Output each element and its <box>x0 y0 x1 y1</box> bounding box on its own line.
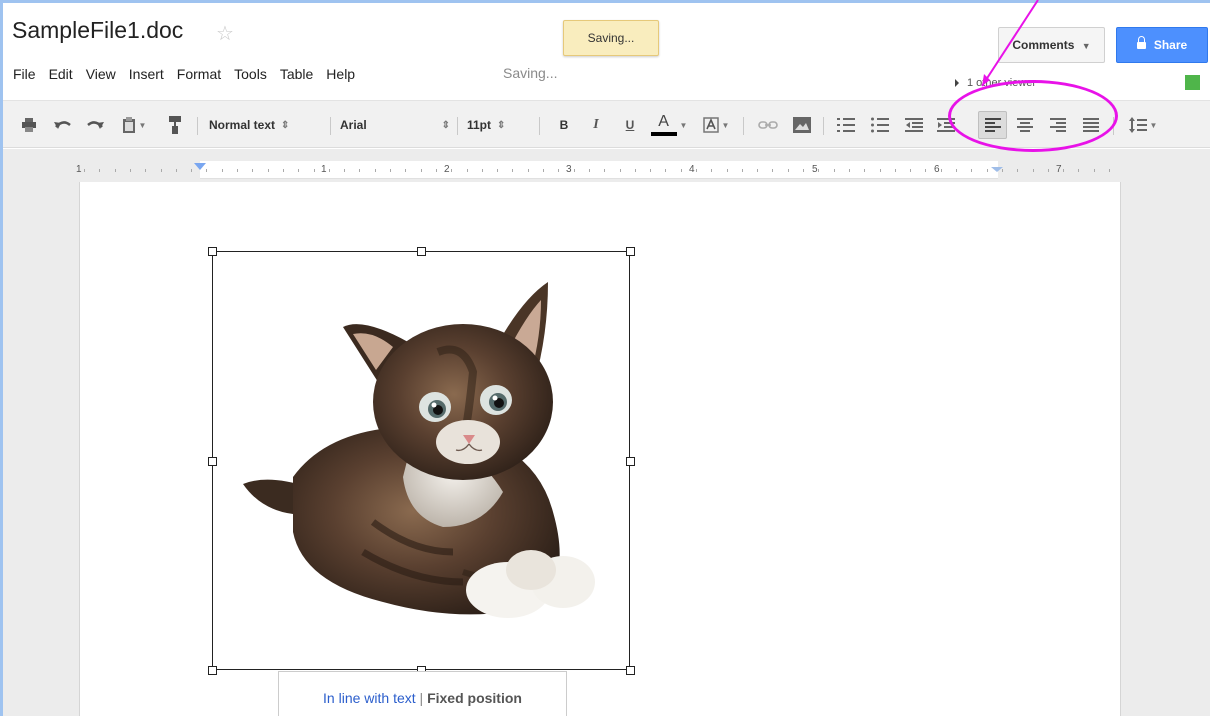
annotation-arrow-line <box>981 0 1039 87</box>
annotation-overlay <box>981 0 1039 87</box>
